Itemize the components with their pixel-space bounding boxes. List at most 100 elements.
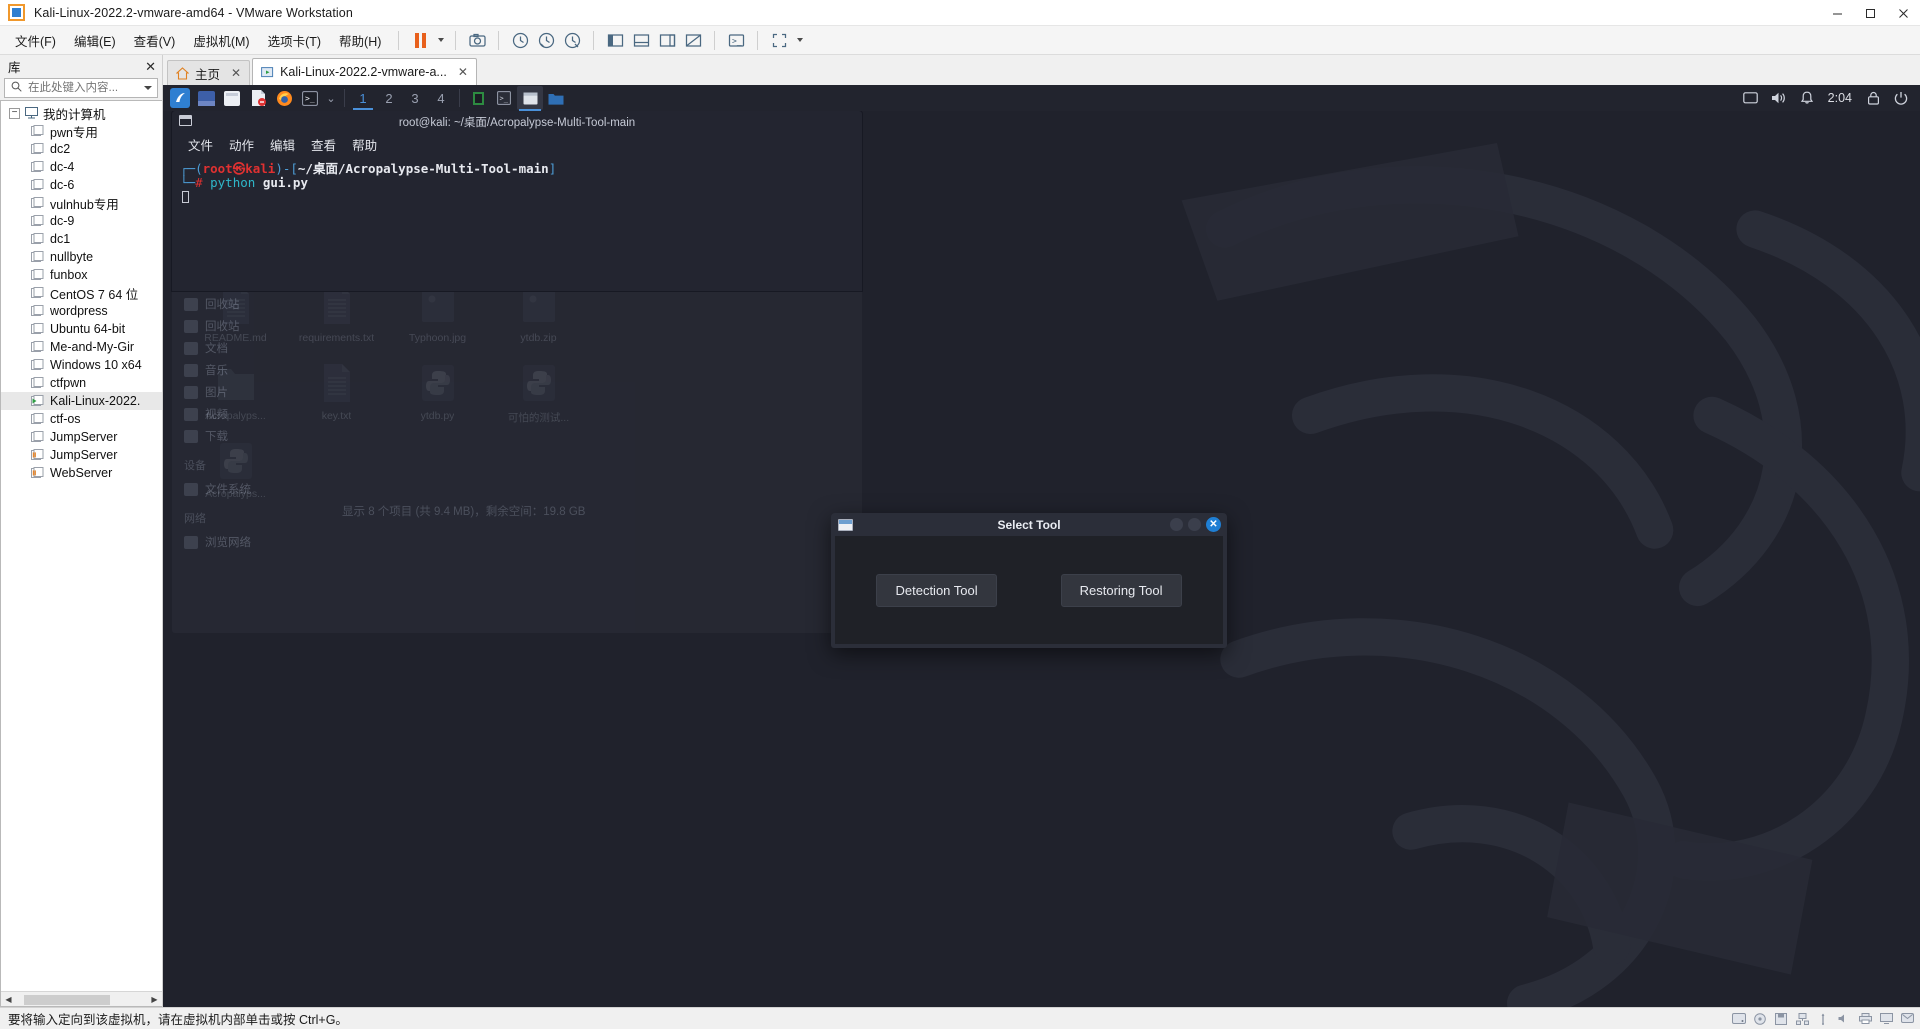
thunar-place-8[interactable]: 视频 — [182, 403, 332, 425]
library-search-box[interactable] — [4, 78, 158, 98]
screen-icon[interactable] — [1738, 86, 1764, 110]
tree-item-0[interactable]: pwn专用 — [1, 122, 162, 140]
tree-item-18[interactable]: JumpServer — [1, 446, 162, 464]
workspace-3[interactable]: 3 — [402, 86, 428, 110]
kali-menu-icon[interactable] — [167, 86, 193, 110]
display-icon[interactable] — [1879, 1012, 1893, 1025]
tree-horizontal-scrollbar[interactable]: ◀ ▶ — [1, 991, 162, 1006]
dialog-titlebar[interactable]: Select Tool ✕ — [831, 513, 1227, 536]
volume-icon[interactable] — [1766, 86, 1792, 110]
tab-home-close-icon[interactable]: ✕ — [231, 66, 241, 80]
terminal-menu-help[interactable]: 帮助 — [352, 135, 377, 154]
tree-item-4[interactable]: vulnhub专用 — [1, 194, 162, 212]
revert-snapshot-button[interactable] — [533, 29, 559, 52]
suspend-button[interactable] — [407, 29, 433, 52]
harddisk-icon[interactable] — [1732, 1012, 1746, 1025]
tree-item-3[interactable]: dc-6 — [1, 176, 162, 194]
search-input[interactable] — [26, 81, 144, 95]
task-editor[interactable] — [465, 86, 491, 110]
thunar-place-9[interactable]: 下载 — [182, 425, 332, 447]
lock-icon[interactable] — [1860, 86, 1886, 110]
tree-item-12[interactable]: Me-and-My-Gir — [1, 338, 162, 356]
tree-item-1[interactable]: dc2 — [1, 140, 162, 158]
show-library-button[interactable] — [602, 29, 628, 52]
vm-console[interactable]: >_ ⌄ 1 2 3 4 >_ 2:04 回收站 回收站 文档 音乐 图片 视频… — [163, 85, 1920, 1007]
menu-help[interactable]: 帮助(H) — [330, 27, 390, 54]
terminal-output[interactable]: ┌─(root㉿kali)-[~/桌面/Acropalypse-Multi-To… — [172, 158, 862, 204]
scroll-right-icon[interactable]: ▶ — [147, 992, 162, 1007]
thunar-place-7[interactable]: 图片 — [182, 381, 332, 403]
firefox-icon[interactable] — [271, 86, 297, 110]
thunar-place-5[interactable]: 文档 — [182, 337, 332, 359]
tree-item-10[interactable]: wordpress — [1, 302, 162, 320]
tree-item-15[interactable]: Kali-Linux-2022. — [1, 392, 162, 410]
task-thunar[interactable] — [517, 86, 543, 111]
text-editor-icon[interactable] — [245, 86, 271, 110]
tree-item-7[interactable]: nullbyte — [1, 248, 162, 266]
terminal-icon[interactable]: >_ — [297, 86, 323, 110]
network-adapter-icon[interactable] — [1795, 1012, 1809, 1025]
restoring-tool-button[interactable]: Restoring Tool — [1060, 573, 1182, 607]
task-terminal[interactable]: >_ — [491, 86, 517, 110]
take-snapshot-button[interactable] — [507, 29, 533, 52]
expander-icon[interactable]: − — [9, 107, 20, 119]
tree-item-11[interactable]: Ubuntu 64-bit — [1, 320, 162, 338]
power-dropdown-button[interactable] — [433, 29, 447, 52]
files-icon[interactable] — [219, 86, 245, 110]
tree-item-6[interactable]: dc1 — [1, 230, 162, 248]
snapshot-manager-button[interactable] — [464, 29, 490, 52]
menu-edit[interactable]: 编辑(E) — [65, 27, 125, 54]
thunar-place-4[interactable]: 回收站 — [182, 315, 332, 337]
power-icon[interactable] — [1888, 86, 1914, 110]
menu-file[interactable]: 文件(F) — [6, 27, 65, 54]
tree-root-my-computer[interactable]: − 我的计算机 — [1, 104, 162, 122]
workspace-2[interactable]: 2 — [376, 86, 402, 110]
tree-item-14[interactable]: ctfpwn — [1, 374, 162, 392]
panel-clock[interactable]: 2:04 — [1822, 91, 1858, 105]
fullscreen-dropdown-button[interactable] — [792, 29, 806, 52]
kali-desktop[interactable]: acropalypse.pydemo-imagesgit_init__pycac… — [163, 111, 1920, 1007]
enter-fullscreen-button[interactable] — [766, 29, 792, 52]
printer-icon[interactable] — [1858, 1012, 1872, 1025]
scroll-left-icon[interactable]: ◀ — [1, 992, 16, 1007]
select-tool-dialog[interactable]: Select Tool ✕ Detection Tool Restoring T… — [831, 513, 1227, 648]
scroll-thumb[interactable] — [24, 994, 110, 1005]
thunar-place-3[interactable]: 回收站 — [182, 293, 332, 315]
tree-item-2[interactable]: dc-4 — [1, 158, 162, 176]
show-console-view-button[interactable] — [654, 29, 680, 52]
cdrom-icon[interactable] — [1753, 1012, 1767, 1025]
detection-tool-button[interactable]: Detection Tool — [876, 573, 997, 607]
search-dropdown-icon[interactable] — [144, 86, 152, 90]
tree-item-5[interactable]: dc-9 — [1, 212, 162, 230]
terminal-menu-view[interactable]: 查看 — [311, 135, 336, 154]
close-button[interactable] — [1887, 0, 1920, 26]
tree-item-9[interactable]: CentOS 7 64 位 — [1, 284, 162, 302]
library-close-button[interactable]: ✕ — [145, 60, 156, 73]
tree-item-17[interactable]: JumpServer — [1, 428, 162, 446]
floppy-icon[interactable] — [1774, 1012, 1788, 1025]
sound-icon[interactable] — [1837, 1012, 1851, 1025]
task-folder[interactable] — [543, 86, 569, 110]
launcher-dropdown-icon[interactable]: ⌄ — [323, 86, 339, 110]
tab-home[interactable]: 主页 ✕ — [167, 60, 251, 85]
terminal-emulator-icon[interactable] — [193, 86, 219, 110]
thunar-device-filesystem[interactable]: 文件系统 — [182, 478, 332, 500]
fullscreen-hide-button[interactable] — [680, 29, 706, 52]
tree-item-8[interactable]: funbox — [1, 266, 162, 284]
thunar-place-6[interactable]: 音乐 — [182, 359, 332, 381]
dialog-close-button[interactable]: ✕ — [1206, 517, 1221, 532]
menu-tabs[interactable]: 选项卡(T) — [259, 27, 330, 54]
scroll-track[interactable] — [16, 992, 147, 1006]
tab-kali-vm-close-icon[interactable]: ✕ — [458, 65, 468, 79]
dialog-maximize-button[interactable] — [1188, 518, 1201, 531]
menu-view[interactable]: 查看(V) — [125, 27, 185, 54]
tree-item-19[interactable]: WebServer — [1, 464, 162, 482]
minimize-button[interactable] — [1821, 0, 1854, 26]
workspace-4[interactable]: 4 — [428, 86, 454, 110]
terminal-window[interactable]: root@kali: ~/桌面/Acropalypse-Multi-Tool-m… — [172, 111, 862, 291]
bell-icon[interactable] — [1794, 86, 1820, 110]
tree-item-16[interactable]: ctf-os — [1, 410, 162, 428]
terminal-menu-file[interactable]: 文件 — [188, 135, 213, 154]
terminal-menu-action[interactable]: 动作 — [229, 135, 254, 154]
dialog-minimize-button[interactable] — [1170, 518, 1183, 531]
